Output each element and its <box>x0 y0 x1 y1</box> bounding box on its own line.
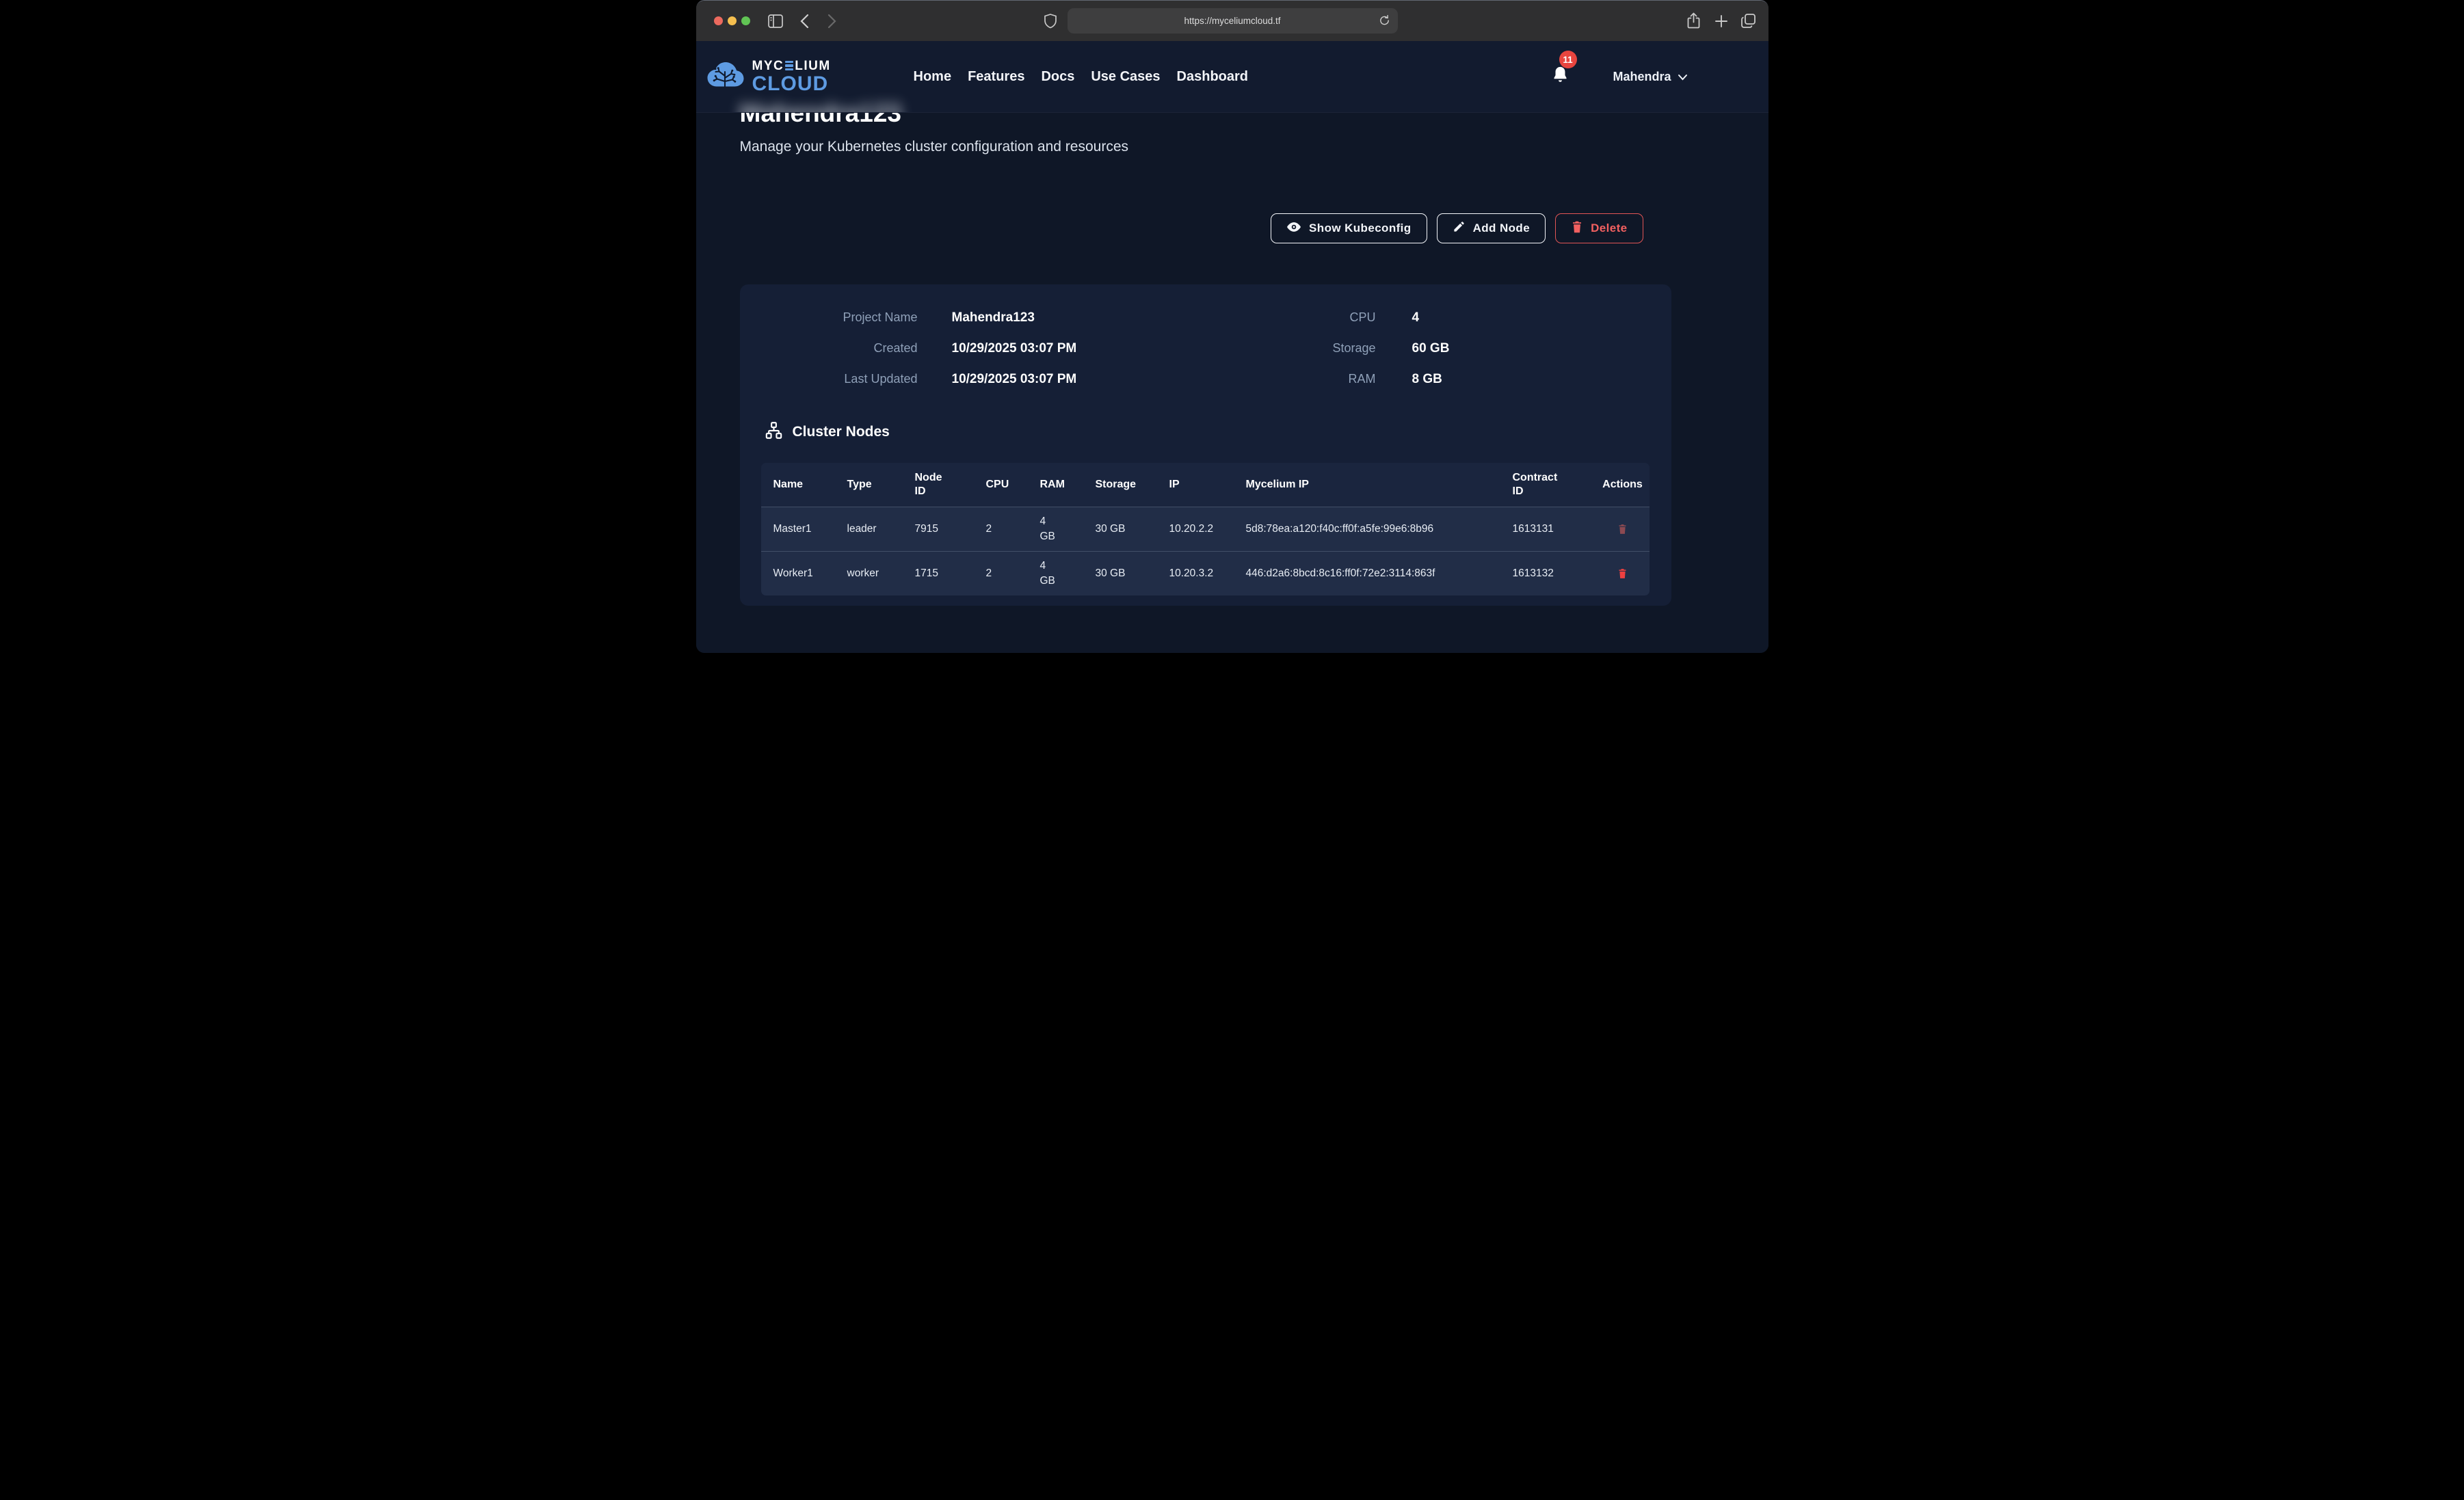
column-header: Actions <box>1596 463 1650 507</box>
node-cpu: 2 <box>974 552 1028 595</box>
eye-icon <box>1286 220 1301 237</box>
privacy-shield-icon[interactable] <box>1044 1 1057 41</box>
node-ram: 4 GB <box>1028 552 1083 595</box>
minimize-window-button[interactable] <box>728 16 737 25</box>
table-row: Master1 leader 7915 2 4 GB 30 GB 10.20.2… <box>761 507 1650 551</box>
node-ram: 4 GB <box>1028 507 1083 551</box>
field-label: CPU <box>1212 310 1376 325</box>
user-menu[interactable]: Mahendra <box>1613 41 1688 112</box>
mycelium-cloud-logo-icon <box>706 60 745 94</box>
back-icon[interactable] <box>800 1 809 41</box>
node-ip: 10.20.3.2 <box>1157 552 1234 595</box>
close-window-button[interactable] <box>714 16 723 25</box>
node-id: 1715 <box>903 552 974 595</box>
node-contract-id: 1613131 <box>1500 507 1596 551</box>
node-actions <box>1596 507 1650 551</box>
column-header: Node ID <box>903 463 974 507</box>
node-ip: 10.20.2.2 <box>1157 507 1234 551</box>
field-value: 60 GB <box>1376 341 1450 356</box>
delete-node-button[interactable] <box>1615 520 1630 538</box>
node-storage: 30 GB <box>1083 552 1157 595</box>
field-value: Mahendra123 <box>918 310 1212 325</box>
node-type: leader <box>835 507 903 551</box>
column-header: Type <box>835 463 903 507</box>
tab-overview-icon[interactable] <box>1740 1 1756 41</box>
logo-e-bars-icon <box>785 61 793 71</box>
column-header: IP <box>1157 463 1234 507</box>
field-label: RAM <box>1212 372 1376 386</box>
node-mycelium-ip: 5d8:78ea:a120:f40c:ff0f:a5fe:99e6:8b96 <box>1234 507 1500 551</box>
field-label: Last Updated <box>740 372 918 386</box>
column-header: Mycelium IP <box>1234 463 1500 507</box>
trash-icon <box>1617 572 1628 582</box>
page-subtitle: Manage your Kubernetes cluster configura… <box>740 139 1129 155</box>
nav-link-use-cases[interactable]: Use Cases <box>1091 69 1160 85</box>
user-name: Mahendra <box>1613 70 1671 84</box>
share-icon[interactable] <box>1686 1 1701 41</box>
node-mycelium-ip: 446:d2a6:8bcd:8c16:ff0f:72e2:3114:863f <box>1234 552 1500 595</box>
nav-links: Home Features Docs Use Cases Dashboard <box>914 41 1249 112</box>
url-text: https://myceliumcloud.tf <box>1184 16 1280 26</box>
delete-cluster-button[interactable]: Delete <box>1555 213 1643 243</box>
field-value: 10/29/2025 03:07 PM <box>918 372 1212 387</box>
chevron-down-icon <box>1678 70 1688 84</box>
field-label: Storage <box>1212 341 1376 356</box>
forward-icon[interactable] <box>827 1 836 41</box>
field-value: 8 GB <box>1376 372 1442 387</box>
cluster-actions-toolbar: Show Kubeconfig Add Node Delete <box>1271 213 1643 243</box>
show-kubeconfig-button[interactable]: Show Kubeconfig <box>1271 213 1427 243</box>
node-contract-id: 1613132 <box>1500 552 1596 595</box>
node-name: Worker1 <box>761 552 835 595</box>
node-storage: 30 GB <box>1083 507 1157 551</box>
cluster-nodes-table: Name Type Node ID CPU RAM Storage IP Myc… <box>761 463 1650 595</box>
trash-icon <box>1571 220 1583 237</box>
browser-toolbar: https://myceliumcloud.tf <box>696 1 1768 41</box>
logo[interactable]: MYCLIUM CLOUD <box>706 41 831 112</box>
column-header: Contract ID <box>1500 463 1596 507</box>
project-details-card: Project Name Mahendra123 CPU 4 Created 1… <box>740 284 1671 606</box>
pencil-icon <box>1453 220 1466 237</box>
column-header: CPU <box>974 463 1028 507</box>
project-info-grid: Project Name Mahendra123 CPU 4 Created 1… <box>740 302 1671 394</box>
node-cpu: 2 <box>974 507 1028 551</box>
table-row: Worker1 worker 1715 2 4 GB 30 GB 10.20.3… <box>761 551 1650 595</box>
nav-link-features[interactable]: Features <box>968 69 1024 85</box>
trash-icon <box>1617 527 1628 537</box>
network-nodes-icon <box>765 421 783 443</box>
field-value: 4 <box>1376 310 1420 325</box>
nav-link-docs[interactable]: Docs <box>1041 69 1074 85</box>
new-tab-icon[interactable] <box>1714 1 1728 41</box>
notification-count-badge: 11 <box>1559 51 1577 68</box>
field-value: 10/29/2025 03:07 PM <box>918 341 1212 356</box>
column-header: RAM <box>1028 463 1083 507</box>
field-label: Project Name <box>740 310 918 325</box>
sidebar-toggle-icon[interactable] <box>767 1 784 41</box>
node-name: Master1 <box>761 507 835 551</box>
logo-wordmark: MYCLIUM CLOUD <box>752 59 831 94</box>
delete-node-button[interactable] <box>1615 565 1630 582</box>
node-id: 7915 <box>903 507 974 551</box>
nav-link-home[interactable]: Home <box>914 69 952 85</box>
node-type: worker <box>835 552 903 595</box>
field-label: Created <box>740 341 918 356</box>
page-content: Mahendra123 Manage your Kubernetes clust… <box>696 41 1768 653</box>
nav-link-dashboard[interactable]: Dashboard <box>1177 69 1248 85</box>
cluster-nodes-heading: Cluster Nodes <box>765 421 890 443</box>
node-actions <box>1596 552 1650 595</box>
column-header: Name <box>761 463 835 507</box>
add-node-button[interactable]: Add Node <box>1437 213 1546 243</box>
browser-window: https://myceliumcloud.tf Mahendra123 Man… <box>696 0 1768 653</box>
column-header: Storage <box>1083 463 1157 507</box>
address-bar[interactable]: https://myceliumcloud.tf <box>1068 8 1398 34</box>
zoom-window-button[interactable] <box>741 16 750 25</box>
site-navbar: Mahendra123 <box>696 41 1768 113</box>
reload-icon[interactable] <box>1379 14 1390 31</box>
table-header-row: Name Type Node ID CPU RAM Storage IP Myc… <box>761 463 1650 507</box>
